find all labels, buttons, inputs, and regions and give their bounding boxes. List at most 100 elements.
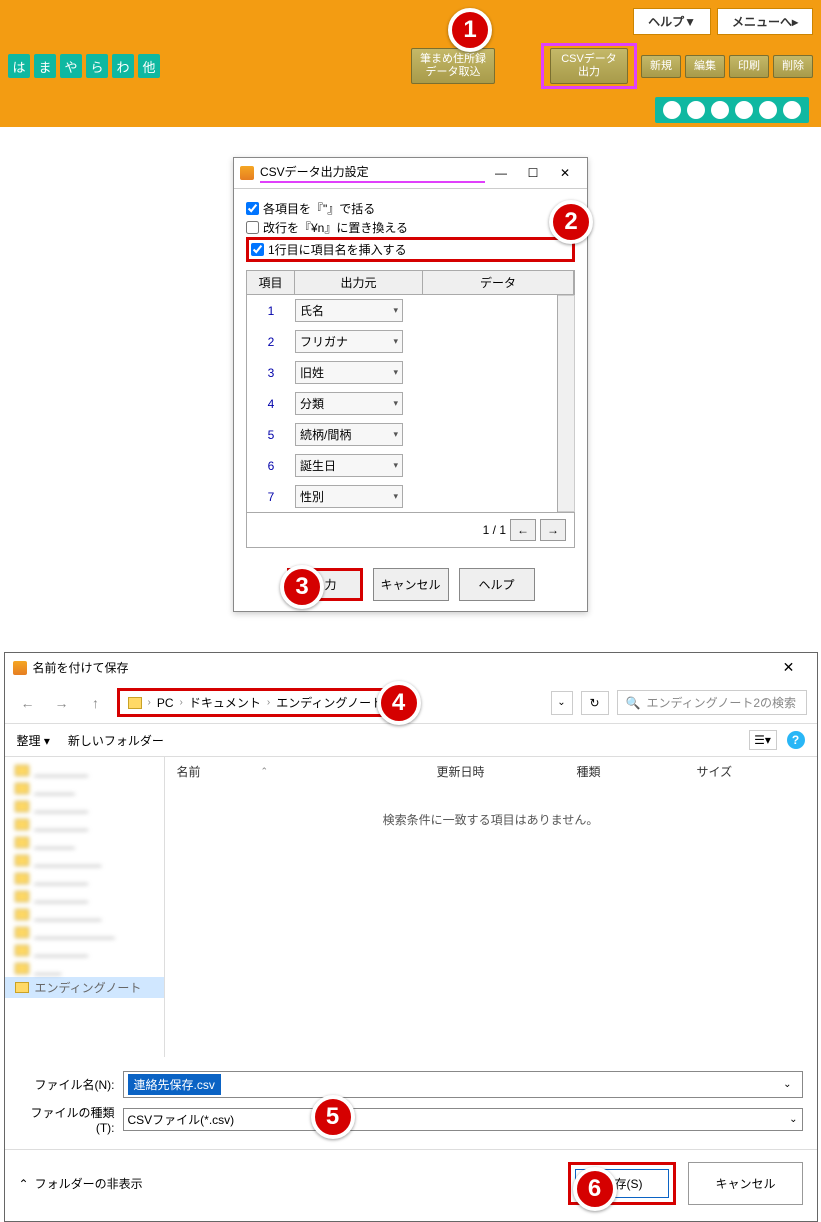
empty-message: 検索条件に一致する項目はありません。 xyxy=(165,787,817,852)
annotation-badge-4: 4 xyxy=(377,681,421,725)
app-icon xyxy=(13,661,27,675)
checkbox-quote-input[interactable] xyxy=(246,202,259,215)
annotation-badge-1: 1 xyxy=(448,8,492,52)
search-placeholder: エンディングノート2の検索 xyxy=(646,694,796,711)
filetype-value: CSVファイル(*.csv) xyxy=(128,1111,235,1128)
breadcrumb[interactable]: › PC › ドキュメント › エンディングノート2 › xyxy=(117,688,411,717)
address-dropdown[interactable]: ⌄ xyxy=(551,691,573,715)
source-select[interactable]: 誕生日▾ xyxy=(295,454,403,477)
page-indicator: 1 / 1 xyxy=(483,523,506,537)
minimize-icon[interactable]: — xyxy=(485,162,517,184)
table-row: 7性別▾ xyxy=(247,481,557,512)
chevron-right-icon: › xyxy=(267,697,270,708)
col-name-header[interactable]: 名前 xyxy=(177,765,201,779)
cancel-button[interactable]: キャンセル xyxy=(373,568,449,601)
chevron-down-icon[interactable]: ⌄ xyxy=(777,1079,797,1090)
chevron-down-icon: ▾ xyxy=(393,460,398,471)
filename-input[interactable]: 連絡先保存.csv ⌄ xyxy=(123,1071,803,1098)
source-select[interactable]: フリガナ▾ xyxy=(295,330,403,353)
save-as-dialog: 名前を付けて保存 ✕ ← → ↑ › PC › ドキュメント › エンディングノ… xyxy=(4,652,818,1222)
search-icon: 🔍 xyxy=(626,696,641,710)
chevron-right-icon: › xyxy=(180,697,183,708)
edit-button[interactable]: 編集 xyxy=(685,55,725,78)
filetype-select[interactable]: CSVファイル(*.csv) ⌄ xyxy=(123,1108,803,1131)
source-select[interactable]: 続柄/間柄▾ xyxy=(295,423,403,446)
checkbox-newline[interactable]: 改行を『¥n』に置き換える xyxy=(246,218,575,237)
chevron-down-icon: ▾ xyxy=(393,367,398,378)
help-button[interactable]: ヘルプ xyxy=(459,568,535,601)
maximize-icon[interactable]: ☐ xyxy=(517,162,549,184)
search-input[interactable]: 🔍 エンディングノート2の検索 xyxy=(617,690,807,715)
kana-tab-ha[interactable]: は xyxy=(8,54,30,78)
close-icon[interactable]: ✕ xyxy=(769,659,809,676)
up-button[interactable]: ↑ xyxy=(83,691,109,715)
chevron-up-icon: ⌃ xyxy=(19,1177,29,1191)
refresh-button[interactable]: ↻ xyxy=(581,691,609,715)
scrollbar[interactable] xyxy=(558,295,575,512)
checkbox-header-row[interactable]: 1行目に項目名を挿入する xyxy=(251,240,570,259)
cancel-button[interactable]: キャンセル xyxy=(688,1162,802,1205)
col-type-header[interactable]: 種類 xyxy=(577,763,697,780)
checkbox-newline-input[interactable] xyxy=(246,221,259,234)
chevron-down-icon: ▾ xyxy=(393,491,398,502)
dialog-title: 名前を付けて保存 xyxy=(33,659,769,676)
organize-menu[interactable]: 整理 ▾ xyxy=(17,732,50,749)
csv-export-button[interactable]: CSVデータ 出力 xyxy=(550,48,628,84)
checkbox-header-row-input[interactable] xyxy=(251,243,264,256)
kana-tab-wa[interactable]: わ xyxy=(112,54,134,78)
checkbox-quote[interactable]: 各項目を『"』で括る xyxy=(246,199,575,218)
new-folder-button[interactable]: 新しいフォルダー xyxy=(68,732,164,749)
import-button[interactable]: 筆まめ住所録 データ取込 xyxy=(411,48,495,84)
forward-button[interactable]: → xyxy=(49,691,75,715)
folder-tree[interactable]: ________ ______ ________ ________ ______… xyxy=(5,757,165,1057)
kana-tab-ma[interactable]: ま xyxy=(34,54,56,78)
kana-tab-other[interactable]: 他 xyxy=(138,54,160,78)
col-index-header: 項目 xyxy=(247,271,295,294)
file-list[interactable]: 名前⌃ 更新日時 種類 サイズ 検索条件に一致する項目はありません。 xyxy=(165,757,817,1057)
kana-tab-ra[interactable]: ら xyxy=(86,54,108,78)
col-size-header[interactable]: サイズ xyxy=(697,763,777,780)
table-row: 5続柄/間柄▾ xyxy=(247,419,557,450)
table-row: 6誕生日▾ xyxy=(247,450,557,481)
table-row: 4分類▾ xyxy=(247,388,557,419)
hide-folders-toggle[interactable]: ⌃ フォルダーの非表示 xyxy=(19,1175,143,1192)
chevron-right-icon: › xyxy=(148,697,151,708)
source-select[interactable]: 性別▾ xyxy=(295,485,403,508)
table-row: 1氏名▾ xyxy=(247,295,557,326)
folder-icon xyxy=(15,982,29,993)
checkbox-newline-label: 改行を『¥n』に置き換える xyxy=(263,219,408,236)
chevron-down-icon: ▾ xyxy=(393,305,398,316)
crumb-pc[interactable]: PC xyxy=(157,696,174,710)
table-header: 項目 出力元 データ xyxy=(246,270,575,295)
next-page-button[interactable]: → xyxy=(540,519,566,541)
source-select[interactable]: 旧姓▾ xyxy=(295,361,403,384)
table-row: 2フリガナ▾ xyxy=(247,326,557,357)
field-table: 1氏名▾ 2フリガナ▾ 3旧姓▾ 4分類▾ 5続柄/間柄▾ 6誕生日▾ 7性別▾ xyxy=(246,295,558,512)
delete-button[interactable]: 削除 xyxy=(773,55,813,78)
chevron-down-icon: ▾ xyxy=(393,336,398,347)
hide-folders-label: フォルダーの非表示 xyxy=(35,1175,143,1192)
annotation-badge-6: 6 xyxy=(573,1167,617,1211)
back-button[interactable]: ← xyxy=(15,691,41,715)
dialog-title: CSVデータ出力設定 xyxy=(260,163,485,183)
annotation-badge-5: 5 xyxy=(311,1095,355,1139)
kana-tab-ya[interactable]: や xyxy=(60,54,82,78)
close-icon[interactable]: ✕ xyxy=(549,162,581,184)
source-select[interactable]: 氏名▾ xyxy=(295,299,403,322)
help-icon[interactable]: ? xyxy=(787,731,805,749)
crumb-documents[interactable]: ドキュメント xyxy=(189,694,261,711)
col-data-header: データ xyxy=(423,271,574,294)
source-select[interactable]: 分類▾ xyxy=(295,392,403,415)
col-date-header[interactable]: 更新日時 xyxy=(437,763,577,780)
menu-button[interactable]: メニューへ▸ xyxy=(717,8,813,35)
print-button[interactable]: 印刷 xyxy=(729,55,769,78)
app-icon xyxy=(240,166,254,180)
prev-page-button[interactable]: ← xyxy=(510,519,536,541)
filename-value: 連絡先保存.csv xyxy=(128,1074,221,1095)
help-button[interactable]: ヘルプ▼ xyxy=(633,8,711,35)
file-list-header[interactable]: 名前⌃ 更新日時 種類 サイズ xyxy=(165,757,817,787)
tree-item-selected[interactable]: エンディングノート xyxy=(5,977,164,998)
crumb-folder[interactable]: エンディングノート2 xyxy=(276,694,390,711)
view-options-button[interactable]: ☰▾ xyxy=(749,730,777,750)
new-button[interactable]: 新規 xyxy=(641,55,681,78)
